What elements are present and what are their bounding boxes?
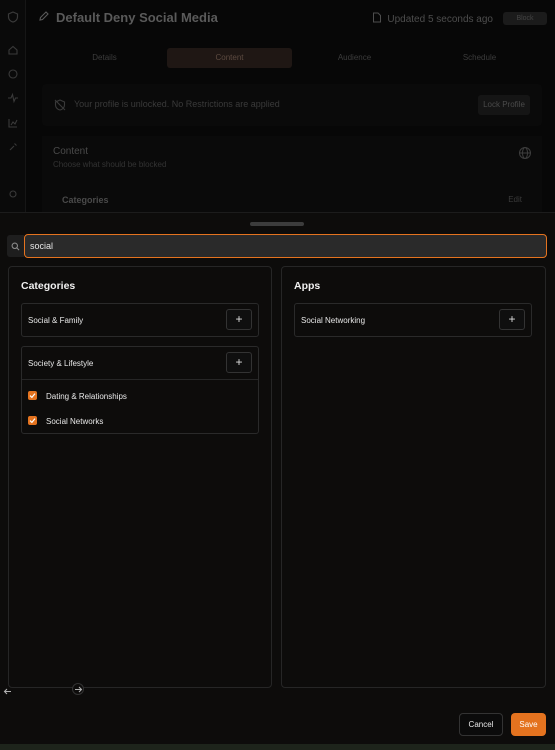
page-title-text: Default Deny Social Media [56, 10, 218, 25]
activity-icon[interactable] [7, 91, 19, 104]
lock-status-card: Your profile is unlocked. No Restriction… [42, 84, 542, 126]
tab-bar: Details Content Audience Schedule [42, 48, 542, 68]
add-category-button[interactable]: + [226, 352, 252, 373]
updated-status: Updated 5 seconds ago [372, 12, 493, 26]
search-icon [7, 235, 24, 257]
tab-audience[interactable]: Audience [292, 48, 417, 68]
lock-profile-button[interactable]: Lock Profile [478, 95, 530, 115]
arrow-left-icon[interactable] [3, 683, 15, 695]
category-group-header[interactable]: Society & Lifestyle + [22, 347, 258, 379]
settings-icon[interactable] [7, 187, 19, 199]
app-group-social-networking: Social Networking + [294, 303, 532, 337]
category-group-items: Dating & Relationships Social Networks [22, 379, 258, 433]
chart-icon[interactable] [7, 116, 19, 128]
category-group-society-lifestyle: Society & Lifestyle + Dating & Relations… [21, 346, 259, 434]
checkbox-checked[interactable] [28, 416, 37, 425]
apps-panel-title: Apps [294, 280, 321, 292]
list-item[interactable]: Dating & Relationships [22, 383, 258, 408]
bottom-edge-strip [0, 744, 555, 750]
globe-icon[interactable] [518, 146, 532, 160]
categories-row-label: Categories [62, 195, 109, 205]
top-bar: Default Deny Social Media Updated 5 seco… [26, 0, 555, 38]
categories-panel: Categories Social & Family + Society & L… [8, 266, 272, 688]
sheet-drag-handle[interactable] [250, 222, 304, 226]
save-button[interactable]: Save [511, 713, 546, 736]
key-icon[interactable] [7, 140, 19, 152]
checkbox-checked[interactable] [28, 391, 37, 400]
arrow-right-icon[interactable] [72, 683, 84, 695]
shield-logo-icon [7, 10, 19, 23]
app-group-label: Social Networking [301, 316, 366, 325]
category-group-header[interactable]: Social & Family + [22, 304, 258, 336]
categories-panel-title: Categories [21, 280, 76, 292]
document-icon [372, 12, 382, 26]
cancel-button[interactable]: Cancel [459, 713, 503, 736]
list-item[interactable]: Social Networks [22, 408, 258, 433]
lock-message: Your profile is unlocked. No Restriction… [74, 99, 280, 109]
tab-content[interactable]: Content [167, 48, 292, 68]
add-category-button[interactable]: + [226, 309, 252, 330]
app-group-header[interactable]: Social Networking + [295, 304, 531, 336]
content-subtitle: Choose what should be blocked [53, 160, 167, 169]
list-item-label: Dating & Relationships [46, 392, 127, 401]
layers-icon[interactable] [7, 67, 19, 79]
list-item-label: Social Networks [46, 417, 104, 426]
background-app: Default Deny Social Media Updated 5 seco… [0, 0, 555, 212]
edit-link[interactable]: Edit [508, 195, 522, 204]
nav-rail [0, 0, 26, 212]
content-card: Content Choose what should be blocked Ca… [42, 136, 542, 212]
block-button[interactable]: Block [503, 12, 547, 25]
content-title: Content [53, 146, 89, 157]
tab-schedule[interactable]: Schedule [417, 48, 542, 68]
search-input[interactable] [24, 234, 547, 258]
add-app-button[interactable]: + [499, 309, 525, 330]
category-group-social-family: Social & Family + [21, 303, 259, 337]
edit-pencil-icon[interactable] [38, 10, 50, 25]
category-group-label: Social & Family [28, 316, 84, 325]
tab-details[interactable]: Details [42, 48, 167, 68]
updated-text: Updated 5 seconds ago [387, 13, 493, 25]
content-picker-sheet: Categories Social & Family + Society & L… [0, 212, 555, 744]
unlocked-shield-icon [54, 98, 66, 111]
page-title: Default Deny Social Media [38, 10, 218, 25]
home-icon[interactable] [7, 43, 19, 55]
category-group-label: Society & Lifestyle [28, 359, 94, 368]
apps-panel: Apps Social Networking + [281, 266, 546, 688]
